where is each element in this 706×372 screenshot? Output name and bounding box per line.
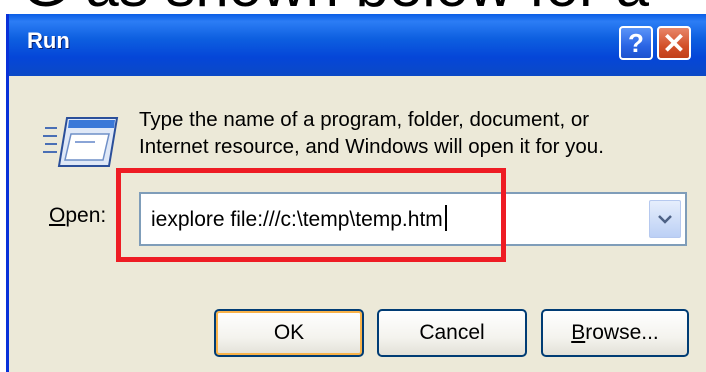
browse-button[interactable]: Browse... [541,309,689,357]
close-button[interactable]: ✕ [657,26,691,60]
open-label-text: pen: [65,204,107,227]
ok-button[interactable]: OK [214,309,364,357]
help-icon: ? [628,27,644,58]
browse-label: rowse... [585,321,659,344]
browse-mnemonic: B [571,321,586,344]
instruction-text: Type the name of a program, folder, docu… [139,106,679,160]
highlight-box [116,168,506,262]
chevron-down-icon [658,215,672,224]
open-label-mnemonic: O [49,204,66,227]
title-bar[interactable]: Run ? ✕ [9,14,706,76]
instruction-line-2: Internet resource, and Windows will open… [139,135,604,158]
window-title: Run [27,28,70,53]
help-button[interactable]: ? [619,26,653,60]
cancel-button[interactable]: Cancel [377,309,527,357]
close-icon: ✕ [662,27,686,59]
instruction-line-1: Type the name of a program, folder, docu… [139,108,590,131]
open-label: Open: [49,204,106,228]
dropdown-button[interactable] [649,200,681,238]
run-program-icon [43,117,119,167]
